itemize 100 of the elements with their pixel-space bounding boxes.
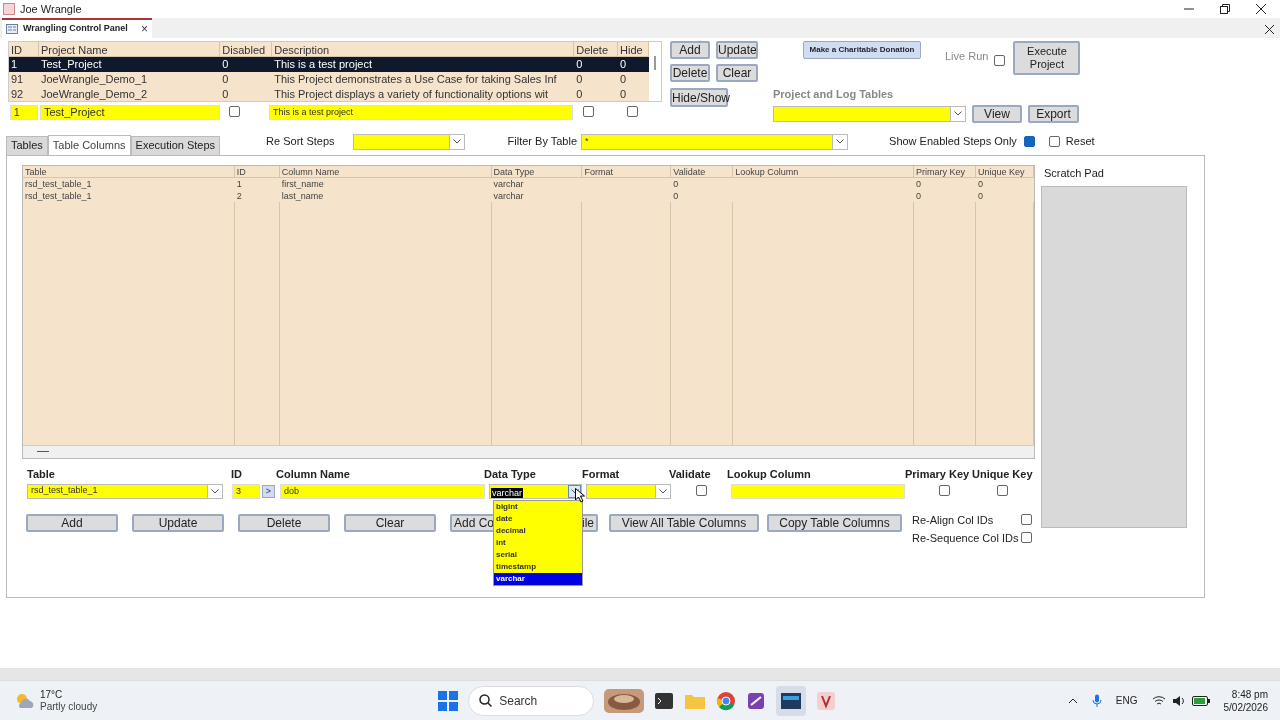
table-cell-text: 0: [915, 177, 923, 190]
clock-date[interactable]: 5/02/2026: [1223, 700, 1268, 714]
checkbox[interactable]: [229, 106, 240, 117]
button[interactable]: Add: [26, 513, 118, 532]
id-field[interactable]: 1: [10, 104, 38, 120]
button[interactable]: Delete: [670, 64, 710, 82]
column-header: Table: [23, 165, 235, 177]
dropdown-option[interactable]: int: [494, 536, 582, 549]
checkbox[interactable]: [1021, 532, 1032, 543]
filter-table-combo[interactable]: *: [581, 133, 849, 150]
field-label: Lookup Column: [727, 466, 812, 480]
table-cell-text: 0: [977, 189, 985, 202]
grid-row[interactable]: rsd_test_table_1 2 last_name varchar 0 0 0: [23, 189, 1034, 202]
tab-close-button[interactable]: ×: [141, 20, 148, 38]
dropdown-option[interactable]: date: [494, 512, 582, 525]
dropdown-option[interactable]: decimal: [494, 524, 582, 537]
field-label: Data Type: [484, 466, 537, 480]
language-indicator[interactable]: ENG: [1115, 693, 1138, 708]
active-app-icon[interactable]: [776, 685, 807, 716]
table-combo[interactable]: rsd_test_table_1: [27, 483, 223, 499]
column-header: Lookup Column: [733, 165, 915, 177]
button[interactable]: Delete: [238, 513, 330, 532]
field-label: Filter By Table: [507, 134, 578, 150]
checkbox[interactable]: [997, 485, 1008, 496]
button[interactable]: View All Table Columns: [609, 513, 759, 532]
form-tab[interactable]: Tables: [6, 135, 48, 155]
checkbox[interactable]: [1048, 135, 1060, 147]
button[interactable]: Update: [132, 513, 224, 532]
donation-button[interactable]: Make a Charitable Donation: [803, 41, 921, 59]
dropdown-option[interactable]: bigint: [494, 500, 582, 513]
button[interactable]: Hide/Show: [670, 88, 728, 107]
checkbox[interactable]: [696, 485, 707, 496]
table-cell-text: 0: [977, 177, 985, 190]
close-icon[interactable]: [1256, 4, 1266, 14]
grid-row[interactable]: 91 JoeWrangle_Demo_1 0 This Project demonstrates a Use Case for taking Sales Inf 0 0: [9, 72, 649, 87]
execute-project-button[interactable]: Execute Project: [1013, 41, 1081, 75]
battery-icon[interactable]: [1191, 695, 1210, 706]
checkbox[interactable]: [1023, 135, 1035, 147]
project-name-field[interactable]: Test_Project: [40, 104, 220, 120]
column-header: Column Name: [279, 165, 492, 177]
column-header: Delete: [574, 42, 619, 56]
app-icon[interactable]: [816, 690, 837, 711]
close-icon[interactable]: [1265, 25, 1274, 34]
checkbox[interactable]: [1021, 514, 1032, 525]
table-cell-text: 0: [221, 87, 230, 101]
button[interactable]: Add: [670, 41, 710, 59]
form-tab[interactable]: Table Columns: [47, 134, 131, 155]
live-run-label: Live Run: [945, 49, 989, 64]
table-cell-text: 1: [10, 57, 19, 73]
dropdown-option[interactable]: timestamp: [494, 560, 582, 573]
checkbox[interactable]: [583, 106, 594, 117]
horizontal-scrollbar[interactable]: [23, 444, 1034, 458]
description-field[interactable]: This is a test project: [269, 104, 573, 120]
checkbox[interactable]: [939, 485, 950, 496]
weather-text: Partly cloudy: [40, 700, 98, 713]
table-cell-text: first_name: [280, 177, 325, 190]
table-cell-text: 0: [619, 57, 628, 73]
scrollbar[interactable]: [649, 42, 661, 101]
document-tab[interactable]: Wrangling Control Panel ×: [2, 18, 152, 38]
table-cell-text: last_name: [280, 189, 325, 202]
field-label: Primary Key: [905, 466, 971, 480]
dropdown-option[interactable]: varchar: [494, 572, 582, 585]
checkbox[interactable]: [994, 55, 1006, 66]
grid-row[interactable]: 92 JoeWrangle_Demo_2 0 This Project displays a variety of functionality options wit 0 0: [9, 87, 649, 101]
weather-icon: [14, 691, 36, 710]
table-cell-text: 0: [575, 72, 584, 88]
app-icon[interactable]: [746, 690, 767, 711]
search-box[interactable]: Search: [468, 685, 595, 716]
next-id-button[interactable]: >: [262, 484, 275, 498]
column-header: Disabled: [220, 42, 273, 56]
lookup-column-field[interactable]: [731, 483, 905, 499]
dropdown-option[interactable]: serial: [494, 548, 582, 561]
chevron-up-icon[interactable]: [1067, 697, 1078, 704]
wifi-icon[interactable]: [1151, 695, 1166, 706]
table-cell-text: rsd_test_table_1: [24, 177, 93, 190]
clock-time[interactable]: 8:48 pm: [1231, 687, 1268, 701]
column-header: Validate: [671, 165, 734, 177]
mouse-pointer-icon: [575, 487, 585, 503]
browser-icon[interactable]: [716, 690, 737, 711]
maximize-icon[interactable]: [1220, 4, 1230, 14]
grid-row[interactable]: 1 Test_Project 0 This is a test project 0 0: [9, 57, 649, 72]
button[interactable]: View: [972, 104, 1022, 123]
button[interactable]: Clear: [344, 513, 436, 532]
checkbox[interactable]: [627, 106, 638, 117]
form-tab[interactable]: Execution Steps: [130, 135, 221, 155]
column-name-field[interactable]: dob: [280, 483, 485, 499]
table-cell-text: 1: [235, 177, 243, 190]
temperature-text: 17°C: [40, 688, 64, 701]
button[interactable]: Clear: [716, 64, 758, 82]
data-type-combo[interactable]: varchar: [489, 483, 582, 499]
windows-start-icon[interactable]: [438, 690, 459, 711]
microphone-icon[interactable]: [1091, 693, 1102, 708]
volume-icon[interactable]: [1171, 694, 1186, 707]
table-cell-text: JoeWrangle_Demo_2: [39, 87, 149, 101]
button[interactable]: Copy Table Columns: [767, 513, 902, 532]
terminal-icon[interactable]: [654, 690, 675, 711]
id-field[interactable]: 3: [232, 483, 260, 499]
button[interactable]: Export: [1028, 104, 1079, 123]
grid-row[interactable]: rsd_test_table_1 1 first_name varchar 0 0 0: [23, 177, 1034, 190]
button[interactable]: Update: [716, 41, 758, 59]
